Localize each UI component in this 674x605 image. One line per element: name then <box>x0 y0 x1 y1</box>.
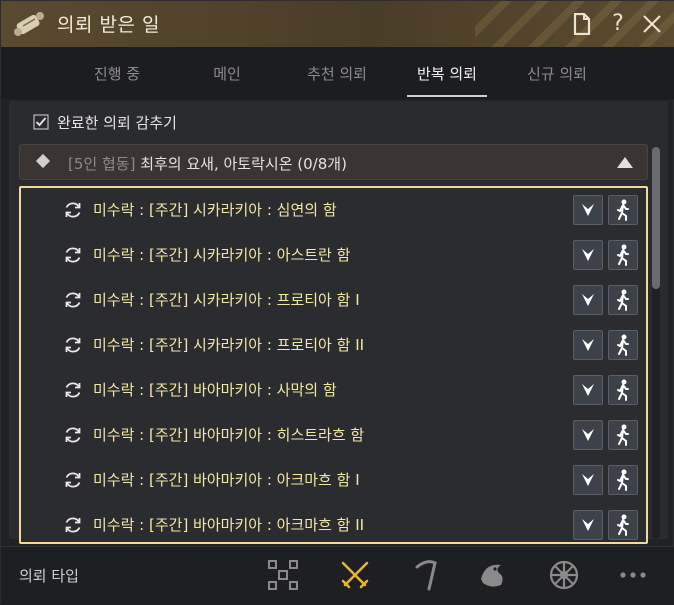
auto-navigate-button[interactable] <box>608 330 638 360</box>
quest-title: 미수락 : [주간] 바아마키아 : 아크마흐 함 II <box>93 516 365 534</box>
document-icon <box>573 12 591 36</box>
quest-title: 미수락 : [주간] 바아마키아 : 사막의 함 <box>93 381 337 399</box>
chevron-down-icon <box>582 519 594 531</box>
tab-recommended[interactable]: 추천 의뢰 <box>287 63 387 84</box>
help-icon: ? <box>612 11 624 36</box>
hide-completed-toggle[interactable]: 완료한 의뢰 감추기 <box>33 111 177 133</box>
quest-row[interactable]: 미수락 : [주간] 시카라키아 : 아스트란 함 <box>21 233 646 278</box>
expand-quest-button[interactable] <box>573 465 603 495</box>
quest-row[interactable]: 미수락 : [주간] 바아마키아 : 사막의 함 <box>21 368 646 413</box>
close-icon <box>643 15 661 33</box>
window-title: 의뢰 받은 일 <box>57 14 160 36</box>
quest-row[interactable]: 미수락 : [주간] 시카라키아 : 프로티아 함 II <box>21 323 646 368</box>
active-tab-indicator <box>407 95 487 97</box>
scroll-icon <box>14 12 44 36</box>
walking-figure-icon <box>617 514 629 536</box>
repeat-icon <box>65 427 81 443</box>
repeat-icon <box>65 337 81 353</box>
title-bar[interactable]: 의뢰 받은 일 ? <box>1 1 674 47</box>
repeat-icon <box>65 382 81 398</box>
expand-quest-button[interactable] <box>573 375 603 405</box>
quest-window: 의뢰 받은 일 ? 진행 중 메인 추천 의뢰 반복 의뢰 신규 의뢰 완료한 … <box>0 0 674 605</box>
more-icon[interactable] <box>615 557 651 593</box>
group-name: 최후의 요새, 아토락시온 (0/8개) <box>140 155 347 173</box>
scrollbar-thumb[interactable] <box>652 147 660 289</box>
fish-icon[interactable] <box>475 557 511 593</box>
auto-navigate-button[interactable] <box>608 285 638 315</box>
checkbox-checked-icon[interactable] <box>33 114 49 130</box>
quest-title: 미수락 : [주간] 바아마키아 : 아크마흐 함 I <box>93 471 360 489</box>
close-button[interactable] <box>639 10 665 38</box>
chevron-down-icon <box>582 474 594 486</box>
walking-figure-icon <box>617 289 629 311</box>
walking-figure-icon <box>617 469 629 491</box>
quest-title: 미수락 : [주간] 시카라키아 : 프로티아 함 II <box>93 336 365 354</box>
chevron-down-icon <box>582 294 594 306</box>
quest-row[interactable]: 미수락 : [주간] 바아마키아 : 히스트라흐 함 <box>21 413 646 458</box>
auto-navigate-button[interactable] <box>608 195 638 225</box>
auto-navigate-button[interactable] <box>608 375 638 405</box>
expand-quest-button[interactable] <box>573 240 603 270</box>
expand-quest-button[interactable] <box>573 285 603 315</box>
tab-repeat[interactable]: 반복 의뢰 <box>397 63 497 84</box>
group-title: [5인 협동] 최후의 요새, 아토락시온 (0/8개) <box>68 153 347 174</box>
auto-navigate-button[interactable] <box>608 510 638 540</box>
repeat-icon <box>65 247 81 263</box>
expand-quest-button[interactable] <box>573 330 603 360</box>
quest-list-panel: 완료한 의뢰 감추기 [5인 협동] 최후의 요새, 아토락시온 (0/8개) … <box>9 101 668 544</box>
repeat-icon <box>65 292 81 308</box>
help-button[interactable]: ? <box>605 10 631 38</box>
quest-title: 미수락 : [주간] 시카라키아 : 프로티아 함 I <box>93 291 360 309</box>
expand-quest-button[interactable] <box>573 420 603 450</box>
chevron-down-icon <box>582 429 594 441</box>
grid-icon[interactable] <box>265 557 301 593</box>
expand-quest-button[interactable] <box>573 195 603 225</box>
quest-row[interactable]: 미수락 : [주간] 바아마키아 : 아크마흐 함 II <box>21 503 646 542</box>
wheel-icon[interactable] <box>546 557 582 593</box>
tab-new[interactable]: 신규 의뢰 <box>507 63 607 84</box>
tab-bar: 진행 중 메인 추천 의뢰 반복 의뢰 신규 의뢰 <box>1 47 674 99</box>
chevron-down-icon <box>582 249 594 261</box>
chevron-down-icon <box>582 384 594 396</box>
quest-list: 미수락 : [주간] 시카라키아 : 심연의 함 미수락 : [주간] 시카라키… <box>19 186 648 544</box>
collapse-triangle-icon[interactable] <box>617 157 633 168</box>
auto-navigate-button[interactable] <box>608 240 638 270</box>
quest-group-header[interactable]: [5인 협동] 최후의 요새, 아토락시온 (0/8개) <box>19 144 648 180</box>
quest-row[interactable]: 미수락 : [주간] 시카라키아 : 심연의 함 <box>21 188 646 233</box>
quest-title: 미수락 : [주간] 시카라키아 : 심연의 함 <box>93 201 337 219</box>
pickaxe-icon[interactable] <box>409 557 445 593</box>
auto-navigate-button[interactable] <box>608 465 638 495</box>
repeat-icon <box>65 517 81 533</box>
expand-quest-button[interactable] <box>573 510 603 540</box>
hide-completed-label: 완료한 의뢰 감추기 <box>57 113 177 132</box>
chevron-down-icon <box>582 339 594 351</box>
chevron-down-icon <box>582 204 594 216</box>
quest-type-label: 의뢰 타입 <box>19 567 79 585</box>
quest-type-bar: 의뢰 타입 <box>1 546 674 605</box>
walking-figure-icon <box>617 424 629 446</box>
combat-swords-icon[interactable] <box>337 557 373 593</box>
walking-figure-icon <box>617 334 629 356</box>
walking-figure-icon <box>617 199 629 221</box>
quest-title: 미수락 : [주간] 시카라키아 : 아스트란 함 <box>93 246 351 264</box>
tab-main[interactable]: 메인 <box>177 63 277 84</box>
walking-figure-icon <box>617 244 629 266</box>
scrollbar[interactable] <box>652 147 660 539</box>
repeat-icon <box>65 202 81 218</box>
document-button[interactable] <box>569 10 595 38</box>
repeat-icon <box>65 472 81 488</box>
diamond-icon <box>35 153 51 169</box>
tab-in-progress[interactable]: 진행 중 <box>67 63 167 84</box>
quest-title: 미수락 : [주간] 바아마키아 : 히스트라흐 함 <box>93 426 365 444</box>
auto-navigate-button[interactable] <box>608 420 638 450</box>
walking-figure-icon <box>617 379 629 401</box>
quest-row[interactable]: 미수락 : [주간] 시카라키아 : 프로티아 함 I <box>21 278 646 323</box>
quest-row[interactable]: 미수락 : [주간] 바아마키아 : 아크마흐 함 I <box>21 458 646 503</box>
group-tag: [5인 협동] <box>68 155 136 173</box>
